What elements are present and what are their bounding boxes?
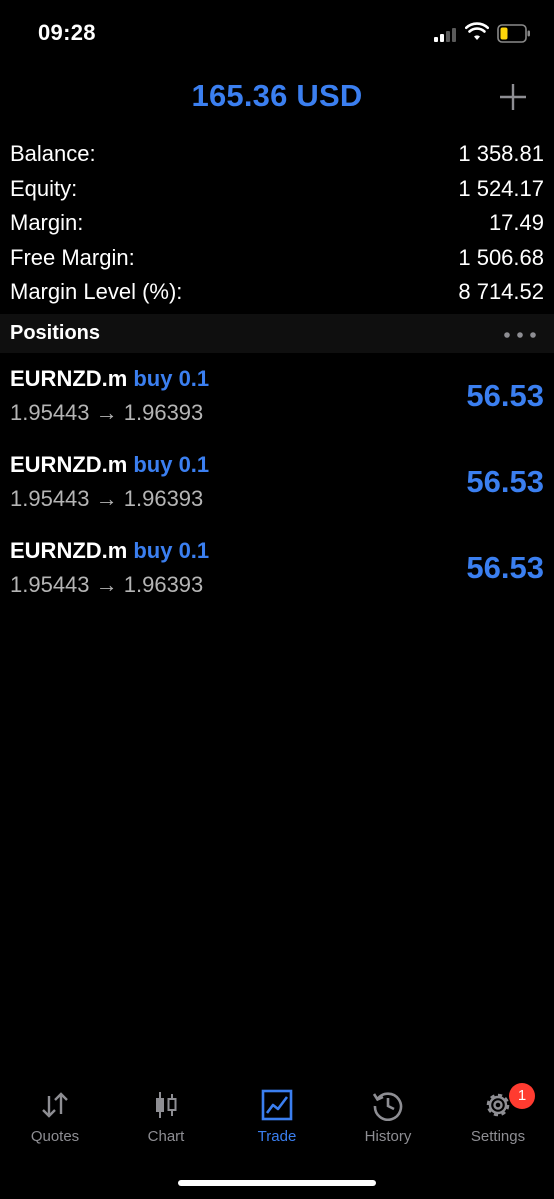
position-profit: 56.53 xyxy=(466,464,544,499)
position-symbol-line: EURNZD.m buy 0.1 xyxy=(10,538,209,564)
screen: 09:28 165.36 USD Balance: 1 358.81 Equit… xyxy=(0,0,554,1199)
wifi-icon xyxy=(465,22,489,40)
positions-section-header: Positions xyxy=(0,314,554,353)
tab-label: Quotes xyxy=(30,1128,80,1145)
status-bar: 09:28 xyxy=(0,0,554,68)
tab-label: History xyxy=(364,1128,412,1145)
position-prices: 1.95443 → 1.96393 xyxy=(10,400,204,425)
position-symbol: EURNZD.m xyxy=(10,366,128,391)
tab-label: Chart xyxy=(147,1128,185,1145)
summary-row-margin-level: Margin Level (%): 8 714.52 xyxy=(0,275,554,310)
tab-label: Trade xyxy=(257,1128,297,1145)
summary-value: 17.49 xyxy=(488,210,544,235)
tab-trade[interactable]: Trade xyxy=(222,1080,332,1152)
position-symbol: EURNZD.m xyxy=(10,452,128,477)
trade-chart-icon xyxy=(261,1089,293,1121)
position-profit: 56.53 xyxy=(466,378,544,413)
summary-row-free-margin: Free Margin: 1 506.68 xyxy=(0,241,554,276)
candlestick-icon xyxy=(156,1092,177,1118)
tab-bar: Quotes Chart Trade History Settings 1 xyxy=(0,1080,554,1160)
summary-value: 1 506.68 xyxy=(458,244,544,270)
summary-label: Margin: xyxy=(10,210,84,235)
position-row[interactable]: EURNZD.m buy 0.1 1.95443 → 1.96393 56.53 xyxy=(0,362,554,448)
status-time: 09:28 xyxy=(38,20,96,45)
position-type: buy 0.1 xyxy=(133,538,210,563)
position-prices: 1.95443 → 1.96393 xyxy=(10,572,204,597)
position-profit: 56.53 xyxy=(466,550,544,585)
summary-value: 8 714.52 xyxy=(458,279,544,304)
position-symbol-line: EURNZD.m buy 0.1 xyxy=(10,452,209,478)
profit-title: 165.36 USD xyxy=(191,78,363,113)
quotes-arrows-icon xyxy=(42,1092,68,1118)
summary-label: Balance: xyxy=(10,141,96,166)
summary-label: Equity: xyxy=(10,175,78,201)
tab-label: Settings xyxy=(470,1128,526,1145)
summary-value: 1 358.81 xyxy=(458,141,544,166)
summary-label: Free Margin: xyxy=(10,244,135,270)
position-row[interactable]: EURNZD.m buy 0.1 1.95443 → 1.96393 56.53 xyxy=(0,534,554,620)
position-type: buy 0.1 xyxy=(133,452,210,477)
tab-quotes[interactable]: Quotes xyxy=(0,1080,110,1152)
summary-value: 1 524.17 xyxy=(458,175,544,201)
plus-icon[interactable] xyxy=(498,82,528,112)
position-symbol-line: EURNZD.m buy 0.1 xyxy=(10,366,209,392)
account-summary: Balance: 1 358.81 Equity: 1 524.17 Margi… xyxy=(0,137,554,310)
summary-label: Margin Level (%): xyxy=(10,279,183,304)
position-symbol: EURNZD.m xyxy=(10,538,128,563)
position-type: buy 0.1 xyxy=(133,366,210,391)
account-header: 165.36 USD xyxy=(0,70,554,126)
summary-row-equity: Equity: 1 524.17 xyxy=(0,172,554,207)
position-prices: 1.95443 → 1.96393 xyxy=(10,486,204,511)
home-indicator[interactable] xyxy=(178,1180,376,1186)
summary-row-balance: Balance: 1 358.81 xyxy=(0,137,554,172)
summary-row-margin: Margin: 17.49 xyxy=(0,206,554,241)
history-clock-icon xyxy=(372,1092,403,1121)
tab-history[interactable]: History xyxy=(333,1080,443,1152)
notification-badge: 1 xyxy=(509,1083,535,1109)
tab-settings[interactable]: Settings 1 xyxy=(443,1080,553,1152)
position-row[interactable]: EURNZD.m buy 0.1 1.95443 → 1.96393 56.53 xyxy=(0,448,554,534)
positions-list: EURNZD.m buy 0.1 1.95443 → 1.96393 56.53 … xyxy=(0,362,554,620)
battery-icon xyxy=(497,24,530,43)
more-options-icon[interactable] xyxy=(504,332,536,338)
tab-chart[interactable]: Chart xyxy=(111,1080,221,1152)
positions-title: Positions xyxy=(10,322,101,344)
cellular-signal-icon xyxy=(434,26,460,42)
